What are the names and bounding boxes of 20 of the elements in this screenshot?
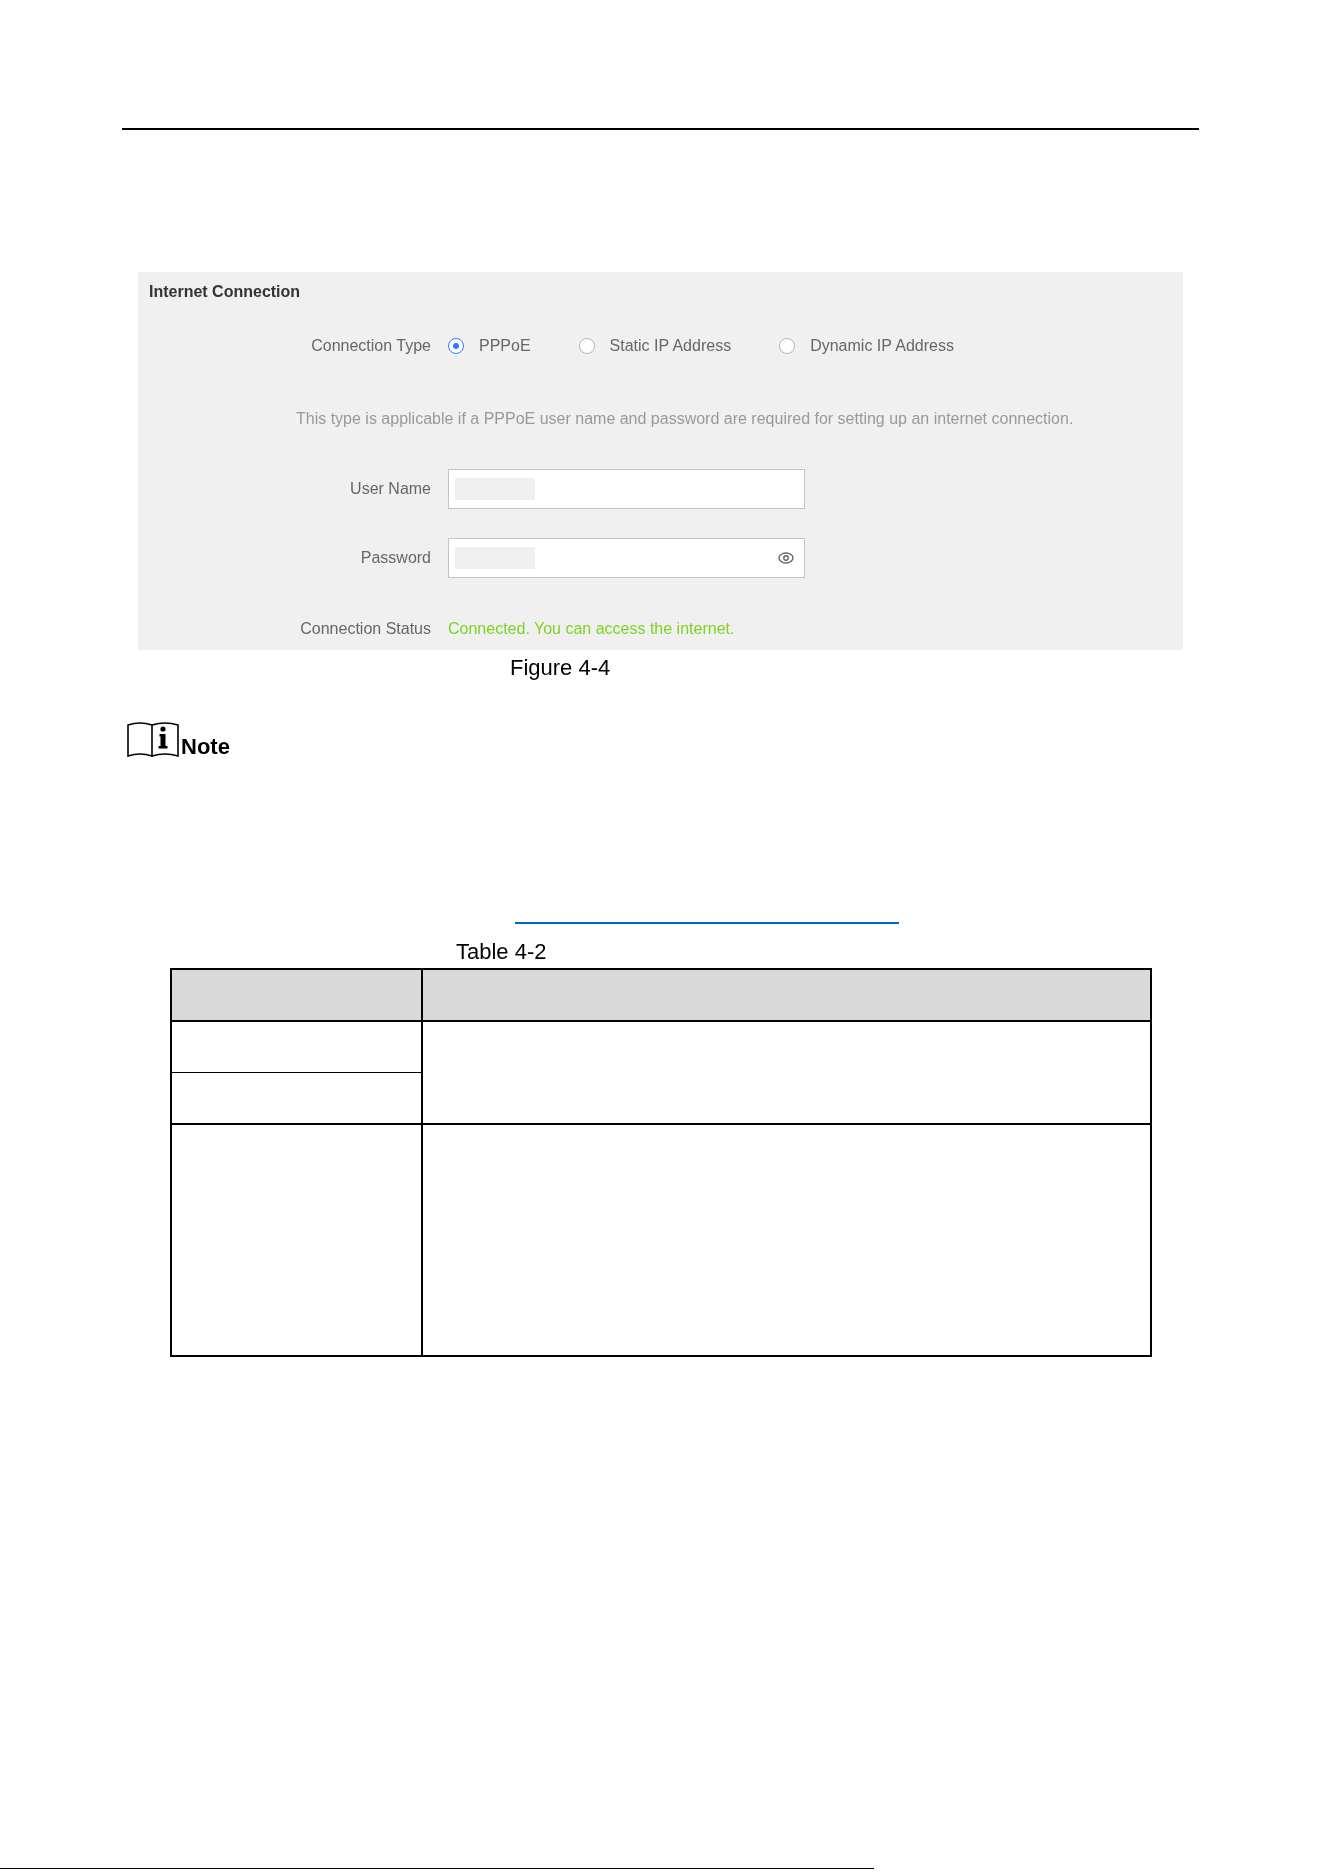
- info-book-icon: [127, 720, 179, 758]
- eye-icon[interactable]: [778, 552, 794, 564]
- password-field[interactable]: [448, 538, 805, 578]
- status-message: Connected. You can access the internet.: [448, 619, 735, 639]
- radio-button[interactable]: [779, 338, 796, 354]
- text-input-field[interactable]: [448, 469, 805, 509]
- note-heading: Note: [181, 736, 230, 758]
- radio-button[interactable]: [578, 338, 595, 354]
- description-text: This type is applicable if a PPPoE user name and password are required for setting up an internet connection.: [296, 409, 1075, 429]
- caption-text: Figure 4-4: [510, 655, 611, 681]
- radio-button[interactable]: [448, 338, 464, 354]
- radio-label[interactable]: PPPoE: [479, 337, 531, 355]
- field-label: Connection Status: [299, 619, 431, 639]
- field-label: Password: [359, 548, 431, 568]
- field-label: User Name: [349, 479, 431, 499]
- radio-label[interactable]: Dynamic IP Address: [810, 337, 954, 355]
- field-label: Connection Type: [310, 336, 431, 356]
- section-title: Internet Connection: [149, 282, 302, 302]
- caption-text: Table 4-2: [456, 939, 547, 965]
- radio-label[interactable]: Static IP Address: [609, 337, 732, 355]
